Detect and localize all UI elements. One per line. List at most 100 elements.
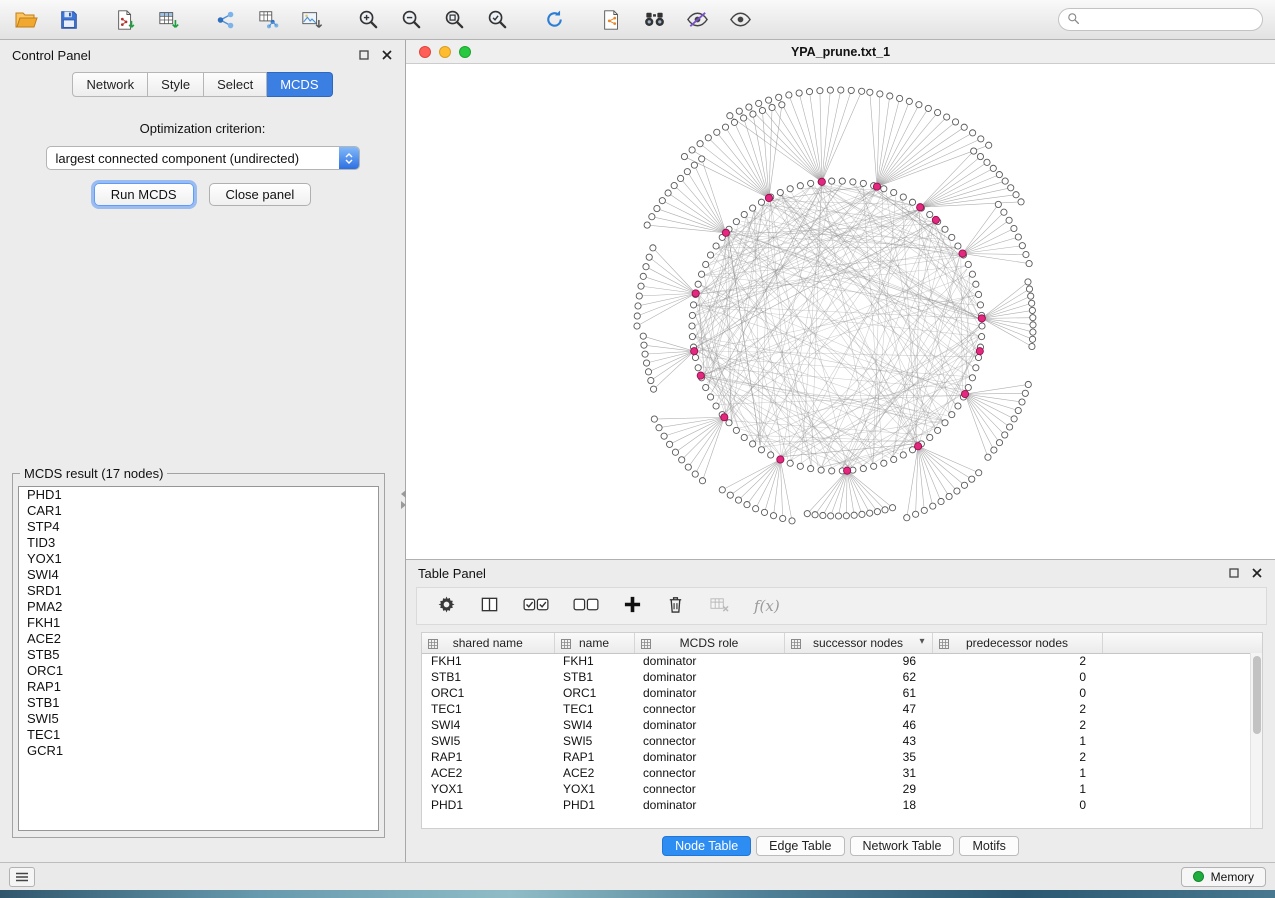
zoom-selected-icon[interactable] [484, 6, 511, 33]
mcds-result-item[interactable]: CAR1 [19, 503, 378, 519]
mcds-result-item[interactable]: SWI4 [19, 567, 378, 583]
tab-style[interactable]: Style [148, 72, 204, 97]
scrollbar-thumb[interactable] [1253, 656, 1261, 734]
mcds-result-item[interactable]: STB1 [19, 695, 378, 711]
mcds-result-item[interactable]: TEC1 [19, 727, 378, 743]
mcds-result-item[interactable]: STB5 [19, 647, 378, 663]
binoculars-icon[interactable] [641, 6, 668, 33]
table-row[interactable]: ORC1ORC1dominator610 [422, 685, 1262, 701]
export-network-icon[interactable] [212, 6, 239, 33]
table-cell: PHD1 [422, 797, 554, 813]
zoom-fit-icon[interactable] [441, 6, 468, 33]
column-header[interactable]: predecessor nodes [932, 633, 1102, 653]
table-cell: 2 [932, 749, 1102, 765]
import-table-icon[interactable] [155, 6, 182, 33]
table-row[interactable]: TEC1TEC1connector472 [422, 701, 1262, 717]
export-image-icon[interactable] [298, 6, 325, 33]
mcds-result-item[interactable]: TID3 [19, 535, 378, 551]
memory-status-icon [1193, 871, 1204, 882]
save-icon[interactable] [55, 6, 82, 33]
column-header[interactable]: MCDS role [634, 633, 784, 653]
table-cell: connector [634, 701, 784, 717]
mcds-result-item[interactable]: FKH1 [19, 615, 378, 631]
refresh-icon[interactable] [541, 6, 568, 33]
window-minimize-icon[interactable] [439, 46, 451, 58]
toolbar-group-session [12, 6, 82, 33]
mcds-result-item[interactable]: ORC1 [19, 663, 378, 679]
column-header[interactable]: shared name [422, 633, 554, 653]
tab-network-table[interactable]: Network Table [850, 836, 955, 856]
table-row[interactable]: FKH1FKH1dominator962 [422, 653, 1262, 669]
table-cell-filler [1102, 765, 1262, 781]
table-cell: dominator [634, 653, 784, 669]
column-grid-icon [428, 638, 438, 652]
network-canvas[interactable] [406, 64, 1275, 559]
float-table-panel-icon[interactable] [1228, 567, 1240, 579]
mcds-result-item[interactable]: ACE2 [19, 631, 378, 647]
mcds-result-item[interactable]: STP4 [19, 519, 378, 535]
table-scrollbar[interactable] [1250, 653, 1262, 828]
toolbar-group-analysis [598, 6, 754, 33]
zoom-in-icon[interactable] [355, 6, 382, 33]
network-graph[interactable] [406, 64, 1275, 559]
tab-node-table[interactable]: Node Table [662, 836, 751, 856]
export-table-icon[interactable] [255, 6, 282, 33]
mcds-result-item[interactable]: SWI5 [19, 711, 378, 727]
share-document-icon[interactable] [598, 6, 625, 33]
toolbar-group-refresh [541, 6, 568, 33]
status-menu-icon[interactable] [9, 867, 35, 887]
window-close-icon[interactable] [419, 46, 431, 58]
tab-network[interactable]: Network [72, 72, 148, 97]
table-row[interactable]: RAP1RAP1dominator352 [422, 749, 1262, 765]
table-cell: PHD1 [554, 797, 634, 813]
open-folder-icon[interactable] [12, 6, 39, 33]
run-mcds-button[interactable]: Run MCDS [94, 183, 194, 206]
search-input[interactable] [1085, 13, 1254, 27]
delete-column-icon[interactable] [666, 595, 685, 617]
memory-button[interactable]: Memory [1181, 867, 1266, 887]
mcds-result-item[interactable]: SRD1 [19, 583, 378, 599]
mcds-result-item[interactable]: GCR1 [19, 743, 378, 759]
table-cell: 0 [932, 797, 1102, 813]
status-bar: Memory [0, 862, 1275, 890]
eye-icon[interactable] [727, 6, 754, 33]
tab-select[interactable]: Select [204, 72, 267, 97]
mcds-result-item[interactable]: YOX1 [19, 551, 378, 567]
close-panel-button[interactable]: Close panel [209, 183, 312, 206]
add-column-icon[interactable] [623, 595, 642, 617]
float-panel-icon[interactable] [358, 49, 370, 61]
tab-edge-table[interactable]: Edge Table [756, 836, 844, 856]
mcds-result-list[interactable]: PHD1CAR1STP4TID3YOX1SWI4SRD1PMA2FKH1ACE2… [18, 486, 379, 831]
import-network-icon[interactable] [112, 6, 139, 33]
table-row[interactable]: SWI4SWI4dominator462 [422, 717, 1262, 733]
table-cell-filler [1102, 797, 1262, 813]
control-panel-title: Control Panel [12, 48, 91, 63]
mcds-result-item[interactable]: RAP1 [19, 679, 378, 695]
mcds-result-item[interactable]: PHD1 [19, 487, 378, 503]
mcds-result-item[interactable]: PMA2 [19, 599, 378, 615]
table-toolbar: f(x) [416, 587, 1267, 625]
tab-mcds[interactable]: MCDS [267, 72, 332, 97]
zoom-out-icon[interactable] [398, 6, 425, 33]
table-row[interactable]: STB1STB1dominator620 [422, 669, 1262, 685]
select-all-rows-icon[interactable] [523, 595, 549, 617]
table-row[interactable]: SWI5SWI5connector431 [422, 733, 1262, 749]
table-row[interactable]: ACE2ACE2connector311 [422, 765, 1262, 781]
table-row[interactable]: PHD1PHD1dominator180 [422, 797, 1262, 813]
optimization-criterion-select[interactable]: largest connected component (undirected) [46, 146, 360, 170]
eye-slash-icon[interactable] [684, 6, 711, 33]
close-panel-icon[interactable] [381, 49, 393, 61]
column-visibility-icon[interactable] [480, 595, 499, 617]
table-cell: 0 [932, 669, 1102, 685]
optimization-criterion-label: Optimization criterion: [0, 121, 405, 136]
deselect-all-rows-icon[interactable] [573, 595, 599, 617]
tab-motifs[interactable]: Motifs [959, 836, 1018, 856]
close-table-panel-icon[interactable] [1251, 567, 1263, 579]
column-header[interactable]: successor nodes▾ [784, 633, 932, 653]
table-cell: 96 [784, 653, 932, 669]
table-cell: YOX1 [422, 781, 554, 797]
column-header[interactable]: name [554, 633, 634, 653]
table-settings-gear-icon[interactable] [437, 595, 456, 617]
window-zoom-icon[interactable] [459, 46, 471, 58]
table-row[interactable]: YOX1YOX1connector291 [422, 781, 1262, 797]
